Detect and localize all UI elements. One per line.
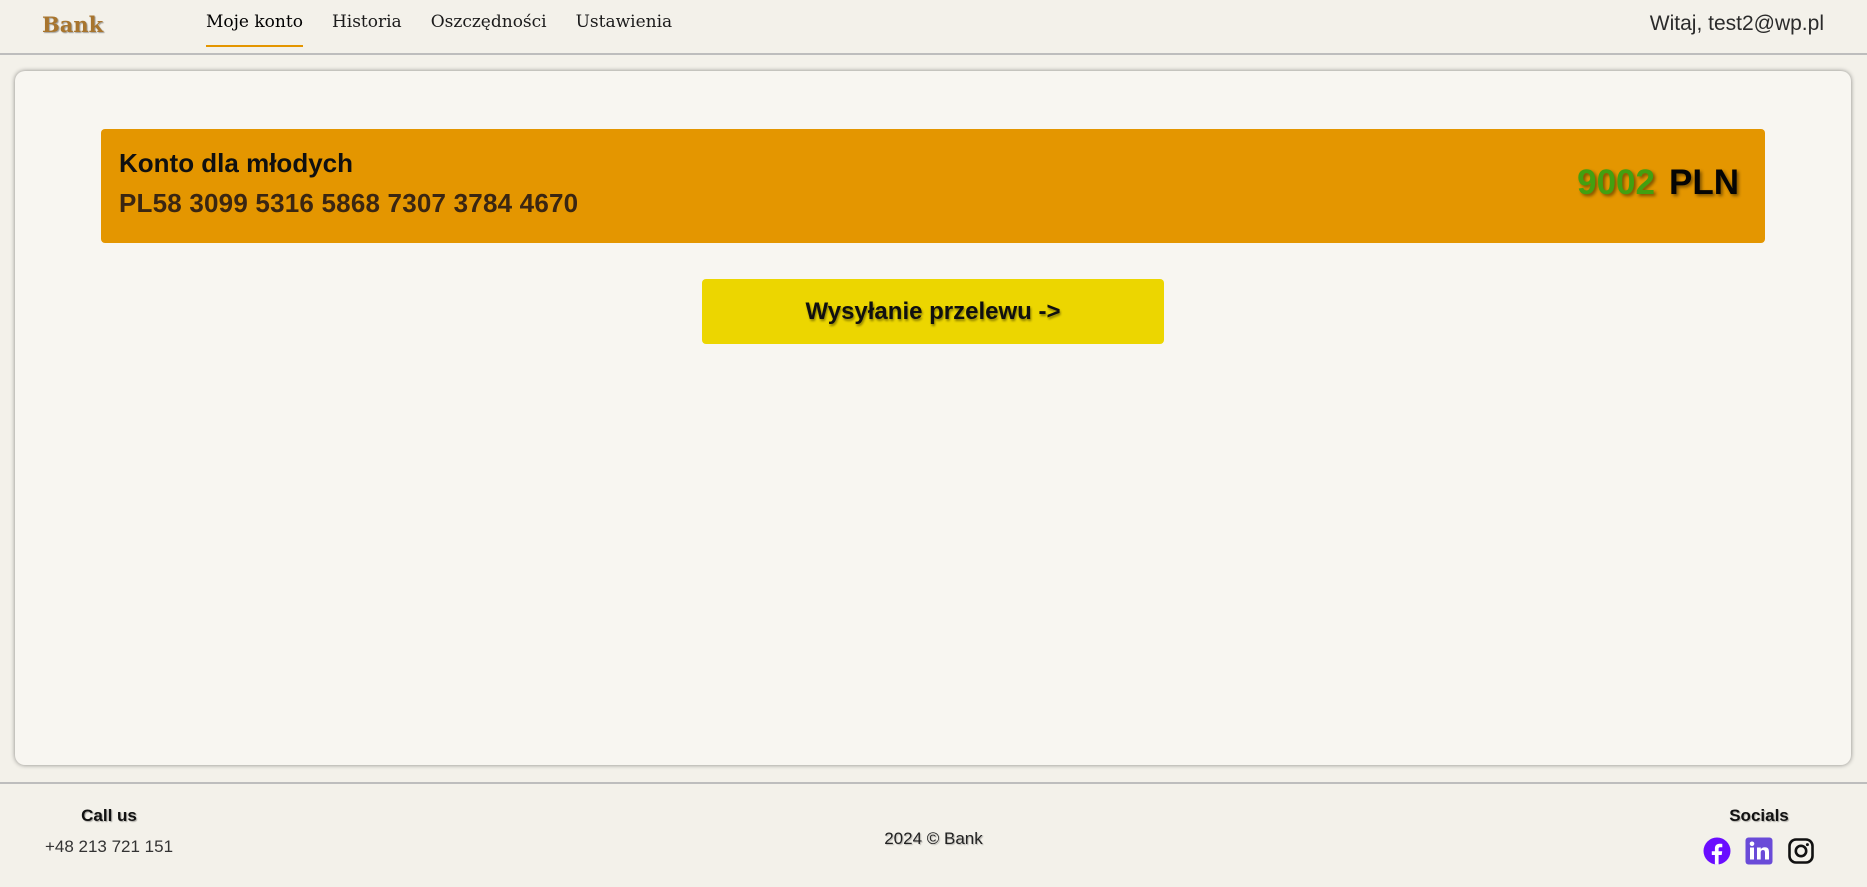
socials-section: Socials — [1703, 806, 1815, 865]
linkedin-icon[interactable] — [1745, 837, 1773, 865]
bank-logo[interactable]: Bank — [42, 12, 103, 37]
socials-heading: Socials — [1729, 806, 1789, 825]
nav-item-moje-konto[interactable]: Moje konto — [206, 0, 303, 48]
instagram-icon[interactable] — [1787, 837, 1815, 865]
account-balance: 9002 PLN — [1577, 163, 1739, 203]
main-content-card: Konto dla młodych PL58 3099 5316 5868 73… — [15, 71, 1851, 765]
nav-item-oszczednosci[interactable]: Oszczędności — [431, 0, 547, 48]
top-navbar: Bank Moje konto Historia Oszczędności Us… — [0, 0, 1867, 55]
call-us-heading: Call us — [81, 806, 137, 825]
account-card[interactable]: Konto dla młodych PL58 3099 5316 5868 73… — [101, 129, 1765, 243]
social-links — [1703, 837, 1815, 865]
balance-amount: 9002 — [1577, 163, 1655, 202]
balance-currency: PLN — [1669, 163, 1739, 202]
nav-item-historia[interactable]: Historia — [332, 0, 402, 48]
facebook-icon[interactable] — [1703, 837, 1731, 865]
account-number: PL58 3099 5316 5868 7307 3784 4670 — [119, 188, 579, 218]
user-greeting: Witaj, test2@wp.pl — [1649, 12, 1824, 35]
footer: Call us +48 213 721 151 2024 © Bank Soci… — [0, 782, 1867, 887]
copyright-text: 2024 © Bank — [884, 829, 983, 848]
account-name: Konto dla młodych — [119, 148, 353, 178]
main-nav: Moje konto Historia Oszczędności Ustawie… — [206, 0, 672, 53]
send-transfer-button[interactable]: Wysyłanie przelewu -> — [702, 279, 1164, 344]
nav-item-ustawienia[interactable]: Ustawienia — [576, 0, 673, 48]
